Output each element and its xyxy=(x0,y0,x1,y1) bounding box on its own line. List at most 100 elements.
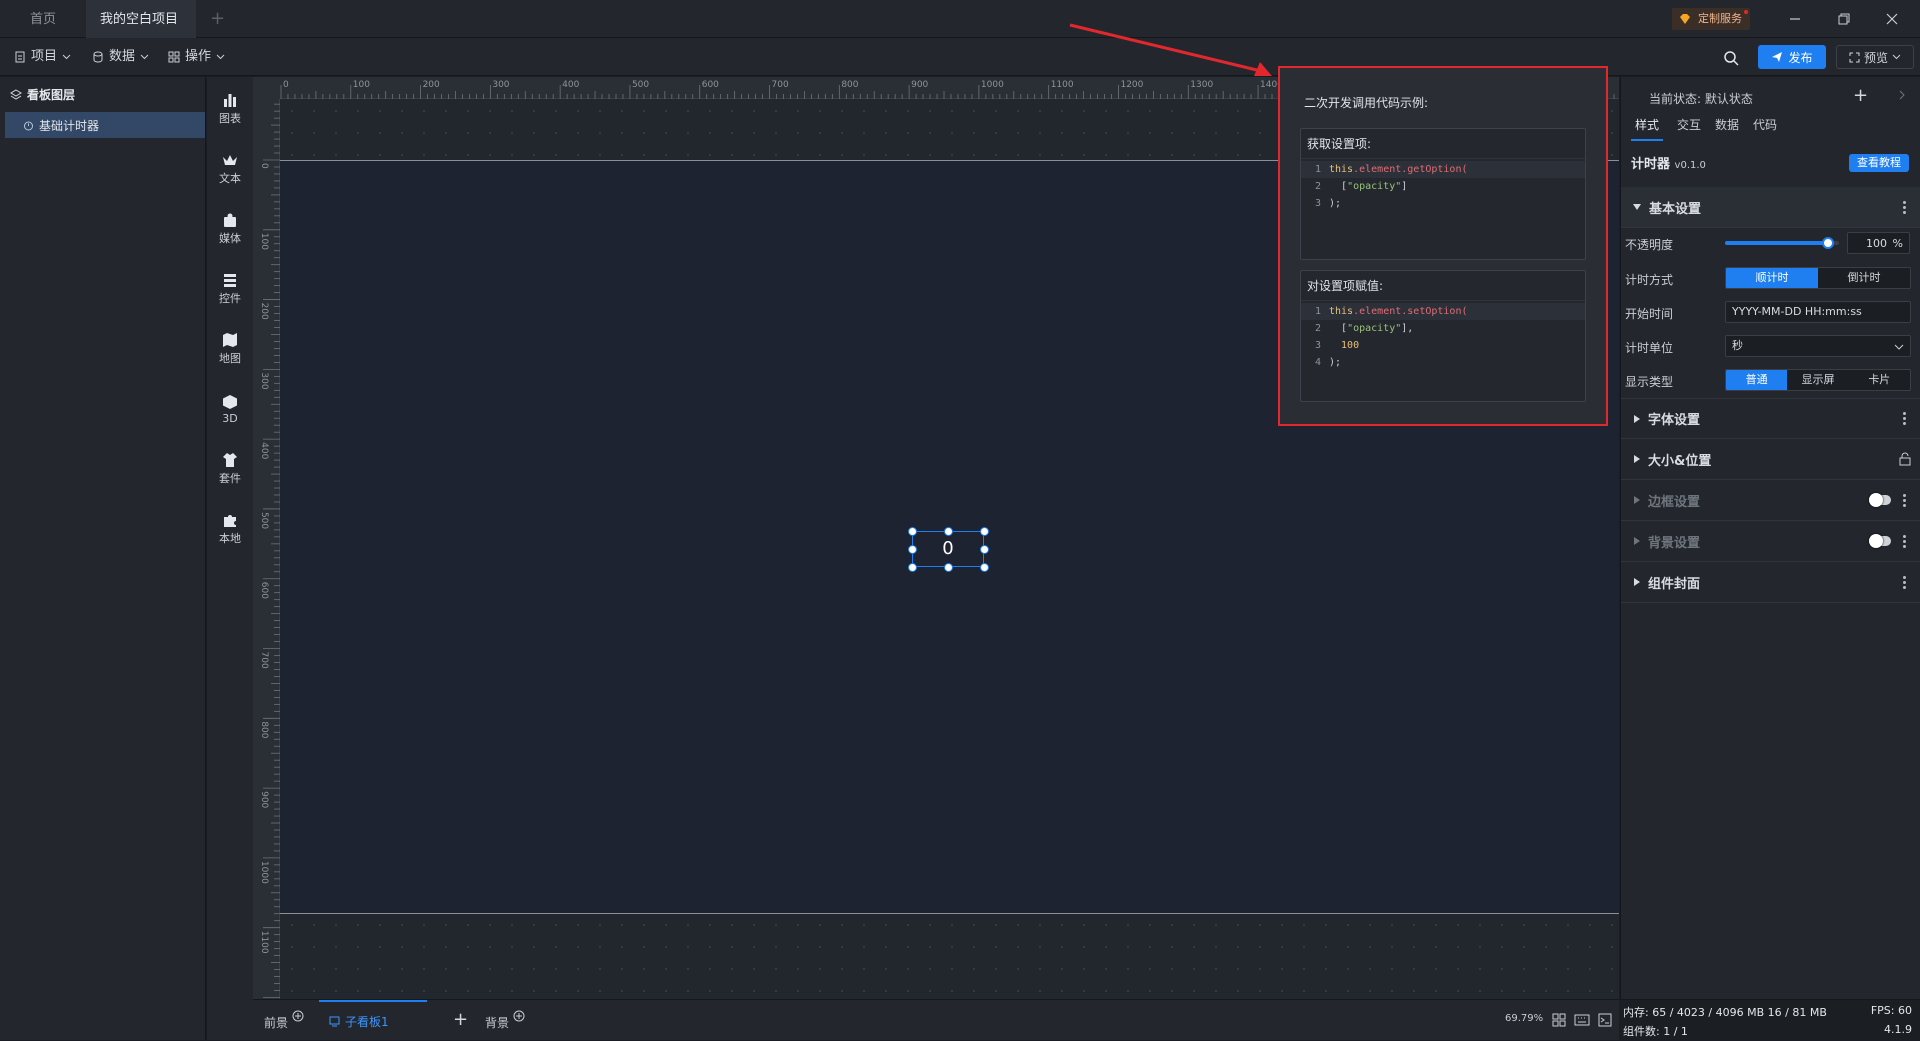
line-number: 3 xyxy=(1314,340,1321,351)
publish-button[interactable]: 发布 xyxy=(1758,45,1826,69)
ruler-label: 1200 xyxy=(1120,80,1143,90)
ruler-label: 1000 xyxy=(259,861,269,884)
start-time-input[interactable]: YYYY-MM-DD HH:mm:ss xyxy=(1725,301,1911,323)
section-border-label: 边框设置 xyxy=(1648,494,1701,510)
memory-value: 65 / 4023 / 4096 MB 16 / 81 MB xyxy=(1652,1006,1827,1019)
more-icon[interactable] xyxy=(1903,493,1907,507)
code-token: ] xyxy=(1401,181,1408,192)
child-board-label: 子看板1 xyxy=(345,1015,389,1029)
custom-service-button[interactable]: 定制服务 xyxy=(1672,8,1750,30)
resize-handle[interactable] xyxy=(944,563,953,572)
comp-local-label: 本地 xyxy=(219,532,241,545)
display-card[interactable]: 卡片 xyxy=(1849,370,1910,390)
code-token: ); xyxy=(1329,357,1342,368)
ruler-label: 500 xyxy=(632,80,649,90)
component-name: 计时器 xyxy=(1631,157,1671,172)
opacity-slider[interactable] xyxy=(1725,237,1839,249)
state-value[interactable]: 默认状态 xyxy=(1705,92,1753,106)
mode-count-down[interactable]: 倒计时 xyxy=(1818,268,1910,288)
section-bg-label: 背景设置 xyxy=(1648,535,1701,551)
tab-project[interactable]: 我的空白项目 xyxy=(86,0,196,64)
code-text: ["opacity"], xyxy=(1329,320,1413,337)
mode-segmented[interactable]: 顺计时 倒计时 xyxy=(1725,267,1911,289)
menu-project[interactable]: 项目 xyxy=(14,38,71,76)
more-icon[interactable] xyxy=(1903,575,1907,589)
tab-style[interactable]: 样式 xyxy=(1631,113,1664,141)
timer-widget[interactable]: 0 xyxy=(908,527,989,572)
mode-count-up[interactable]: 顺计时 xyxy=(1726,268,1818,288)
minimize-icon[interactable] xyxy=(1788,12,1802,26)
search-icon[interactable] xyxy=(1723,50,1739,66)
resize-handle[interactable] xyxy=(980,545,989,554)
document-icon xyxy=(15,51,25,63)
comp-map[interactable]: 地图 xyxy=(207,323,253,375)
section-cover[interactable]: 组件封面 xyxy=(1621,562,1920,603)
lock-icon[interactable] xyxy=(1899,452,1911,466)
chevron-down-icon xyxy=(1892,54,1901,60)
comp-text[interactable]: 文本 xyxy=(207,143,253,195)
more-icon[interactable] xyxy=(1903,534,1907,548)
fps-status: FPS: 60 xyxy=(1871,1004,1912,1017)
comp-kit[interactable]: 套件 xyxy=(207,443,253,495)
close-icon[interactable] xyxy=(1885,12,1899,26)
bg-toggle[interactable] xyxy=(1869,534,1891,548)
section-border[interactable]: 边框设置 xyxy=(1621,480,1920,521)
line-number: 2 xyxy=(1314,181,1321,192)
comp-local[interactable]: 本地 xyxy=(207,503,253,555)
layers-panel: 看板图层 基础计时器 xyxy=(0,77,206,1040)
section-bg[interactable]: 背景设置 xyxy=(1621,521,1920,562)
zoom-level[interactable]: 69.79% xyxy=(1505,1013,1543,1024)
more-icon[interactable] xyxy=(1903,200,1907,214)
child-board-tab[interactable]: 子看板1 xyxy=(319,1000,427,1041)
ruler-label: 1300 xyxy=(1190,80,1213,90)
display-normal[interactable]: 普通 xyxy=(1726,370,1788,390)
opacity-input[interactable]: 100 % xyxy=(1847,232,1910,254)
resize-handle[interactable] xyxy=(980,563,989,572)
tab-home[interactable]: 首页 xyxy=(16,0,70,38)
code-text: this.element.getOption( xyxy=(1329,161,1467,178)
fit-screen-icon[interactable] xyxy=(1552,1013,1566,1027)
background-tab[interactable]: 背景 xyxy=(485,1010,525,1031)
caret-right-icon xyxy=(1634,496,1640,504)
comp-media[interactable]: 媒体 xyxy=(207,203,253,255)
section-basic[interactable]: 基本设置 xyxy=(1621,187,1920,228)
border-toggle[interactable] xyxy=(1869,493,1891,507)
resize-handle[interactable] xyxy=(908,563,917,572)
more-icon[interactable] xyxy=(1903,412,1907,425)
code-token: this xyxy=(1329,164,1354,175)
tutorial-button[interactable]: 查看教程 xyxy=(1849,154,1909,172)
display-screen[interactable]: 显示屏 xyxy=(1787,370,1848,390)
layer-item-timer[interactable]: 基础计时器 xyxy=(5,112,205,138)
chevron-right-icon[interactable] xyxy=(1898,90,1906,100)
section-size[interactable]: 大小&位置 xyxy=(1621,439,1920,480)
resize-handle[interactable] xyxy=(908,545,917,554)
display-type-segmented[interactable]: 普通 显示屏 卡片 xyxy=(1725,369,1911,391)
database-icon xyxy=(93,51,103,63)
menu-operation[interactable]: 操作 xyxy=(168,38,225,76)
add-board-plus-icon[interactable]: + xyxy=(453,1010,468,1030)
chevron-down-icon xyxy=(62,54,71,60)
keyboard-icon[interactable] xyxy=(1574,1014,1590,1026)
resize-handle[interactable] xyxy=(980,527,989,536)
comp-chart[interactable]: 图表 xyxy=(207,83,253,135)
comp-widget[interactable]: 控件 xyxy=(207,263,253,315)
restore-icon[interactable] xyxy=(1837,12,1851,26)
resize-handle[interactable] xyxy=(908,527,917,536)
foreground-tab[interactable]: 前景 xyxy=(264,1010,304,1031)
tab-interaction[interactable]: 交互 xyxy=(1677,113,1701,141)
tab-code[interactable]: 代码 xyxy=(1753,113,1777,141)
add-state-plus-icon[interactable]: + xyxy=(1853,86,1868,106)
terminal-icon[interactable] xyxy=(1598,1013,1612,1027)
tab-data[interactable]: 数据 xyxy=(1715,113,1739,141)
code-text: this.element.setOption( xyxy=(1329,303,1467,320)
preview-button[interactable]: 预览 xyxy=(1836,45,1914,69)
resize-handle[interactable] xyxy=(944,527,953,536)
unit-select[interactable]: 秒 xyxy=(1725,335,1911,357)
comp-3d[interactable]: 3D xyxy=(207,383,253,435)
menu-data[interactable]: 数据 xyxy=(92,38,149,76)
section-font[interactable]: 字体设置 xyxy=(1621,398,1920,439)
section-cover-label: 组件封面 xyxy=(1648,576,1701,592)
new-tab-plus-icon[interactable]: + xyxy=(210,9,230,29)
chevron-down-icon xyxy=(1894,344,1904,350)
opacity-slider-thumb[interactable] xyxy=(1821,237,1834,249)
